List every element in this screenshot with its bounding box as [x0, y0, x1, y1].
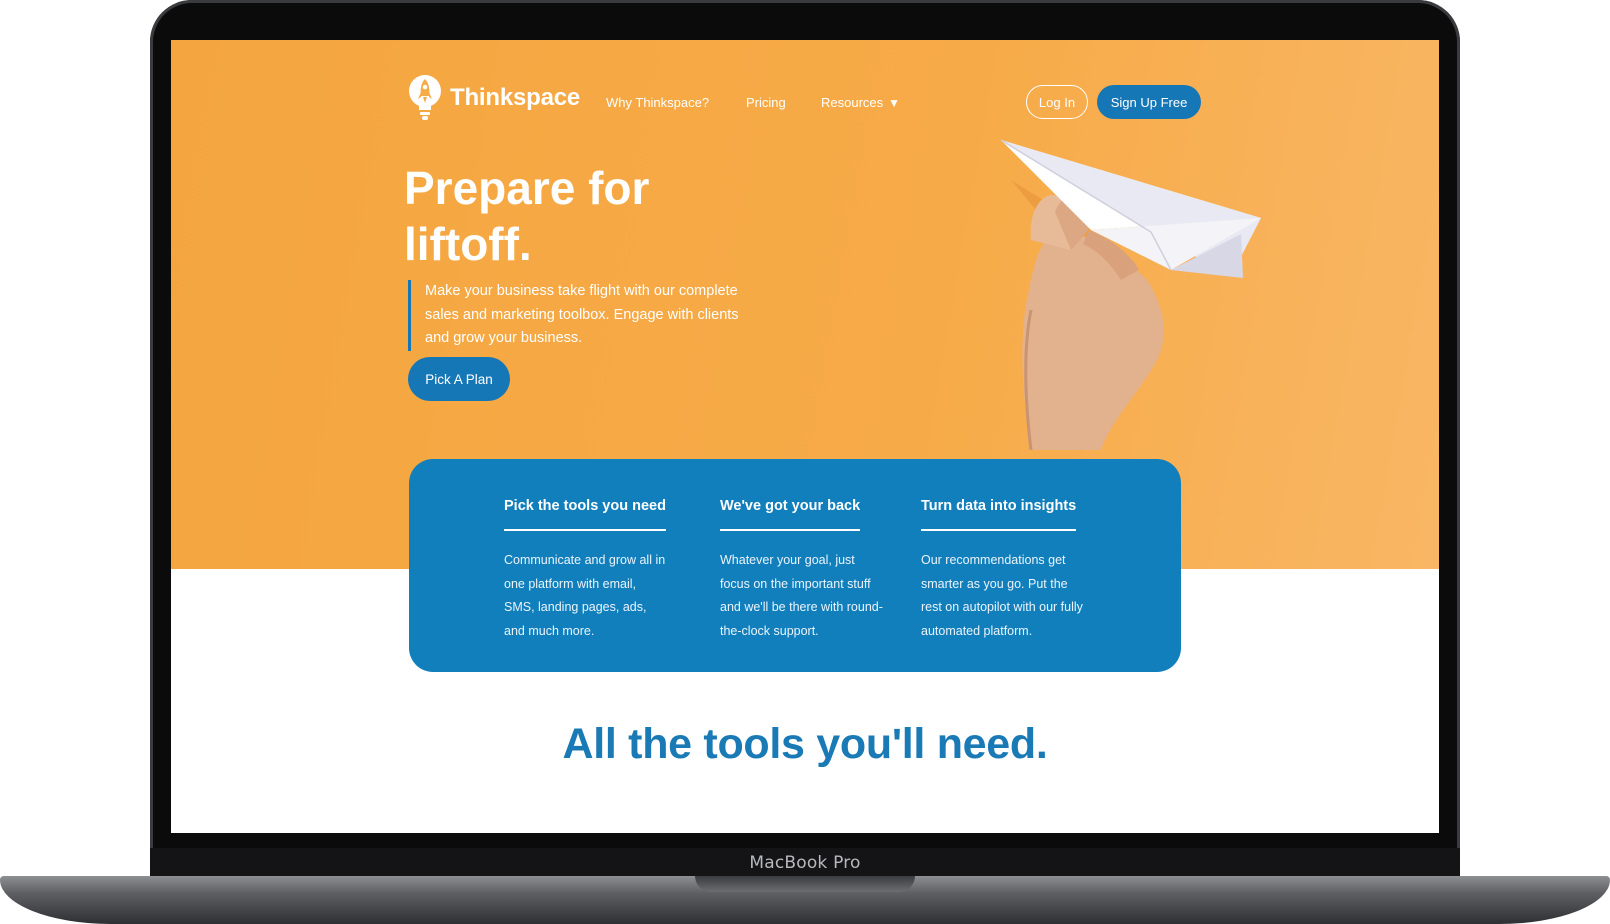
feature-column: Turn data into insights Our recommendati… [921, 497, 1086, 643]
nav-resources[interactable]: Resources ▼ [821, 95, 900, 110]
pick-plan-button[interactable]: Pick A Plan [408, 357, 510, 401]
lightbulb-rocket-icon [409, 75, 441, 120]
feature-text: Our recommendations get smarter as you g… [921, 553, 1083, 638]
laptop-notch [695, 876, 915, 892]
nav-pricing[interactable]: Pricing [746, 95, 786, 110]
feature-column: Pick the tools you need Communicate and … [504, 497, 669, 643]
nav-why-thinkspace[interactable]: Why Thinkspace? [606, 95, 709, 110]
brand-logo[interactable]: Thinkspace [408, 74, 580, 122]
tools-section-title: All the tools you'll need. [562, 720, 1048, 768]
hero-title: Prepare for liftoff. [404, 162, 650, 270]
feature-column: We've got your back Whatever your goal, … [720, 497, 885, 643]
signup-button[interactable]: Sign Up Free [1097, 85, 1201, 119]
feature-title: Turn data into insights [921, 498, 1077, 531]
nav-resources-label: Resources [821, 95, 884, 110]
feature-text: Whatever your goal, just focus on the im… [720, 553, 883, 638]
device-label: MacBook Pro [749, 853, 861, 873]
hero-description: Make your business take flight with our … [408, 280, 765, 351]
laptop-chin: MacBook Pro [150, 848, 1460, 878]
website-screen: Thinkspace Why Thinkspace? Pricing Resou… [171, 40, 1439, 833]
feature-title: We've got your back [720, 498, 861, 531]
paper-airplane-hand-image [1000, 139, 1261, 450]
login-button[interactable]: Log In [1026, 85, 1088, 119]
feature-text: Communicate and grow all in one platform… [504, 553, 666, 638]
brand-name: Thinkspace [450, 84, 581, 111]
features-card: Pick the tools you need Communicate and … [409, 459, 1181, 672]
caret-down-icon: ▼ [888, 95, 901, 110]
feature-title: Pick the tools you need [504, 498, 666, 531]
